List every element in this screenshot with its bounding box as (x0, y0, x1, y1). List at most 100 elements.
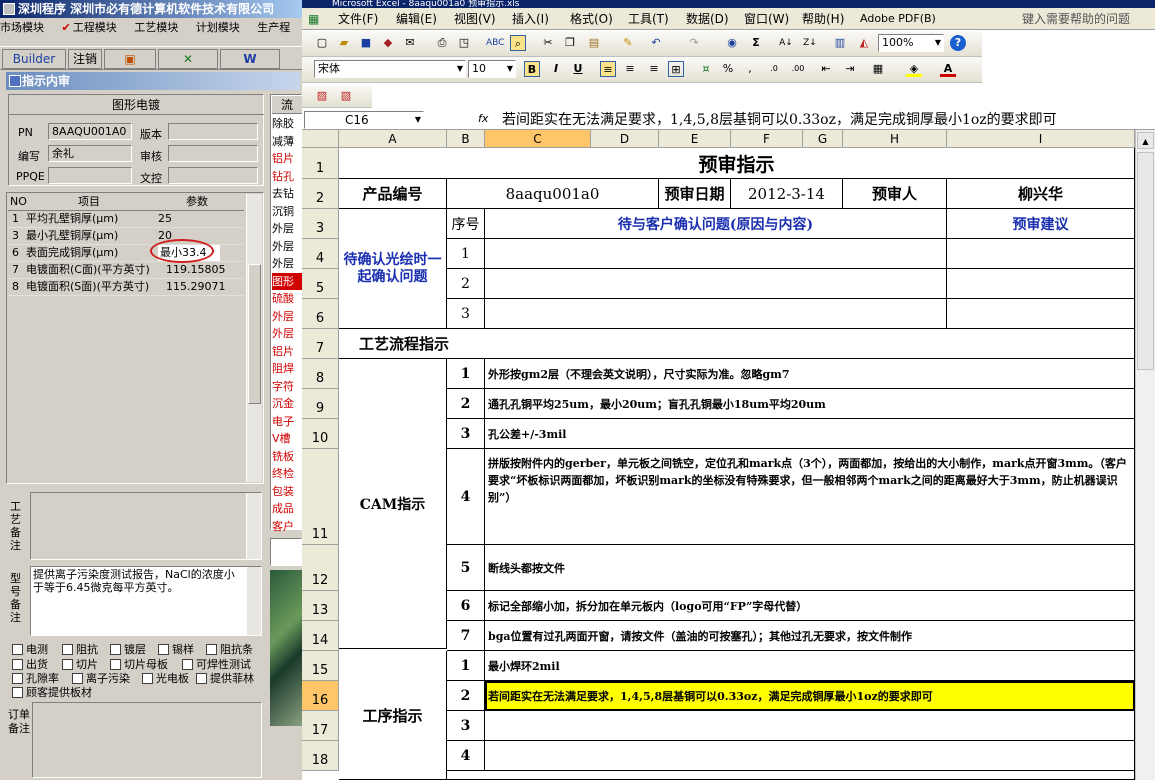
row-header[interactable]: 11 (302, 449, 339, 545)
research-icon[interactable]: ⌕ (510, 35, 526, 51)
italic-icon[interactable]: I (548, 61, 564, 77)
table-row[interactable]: 8 电镀面积(S面)(平方英寸) 115.29071 (8, 279, 244, 296)
cell-c4[interactable]: 拼版按附件内的gerber，单元板之间铣空，定位孔和mark点（3个），两面都加… (485, 449, 1135, 545)
chart-wizard-icon[interactable]: ▥ (832, 35, 848, 51)
doc-field[interactable] (168, 167, 258, 184)
menu-plan[interactable]: 计划模块 (196, 21, 240, 34)
cell-p2-selected[interactable]: 若间距实在无法满足要求，1,4,5,8层基铜可以0.33oz，满足完成铜厚最小1… (485, 681, 1135, 711)
flow-item[interactable]: 硫酸 (272, 290, 302, 307)
copy-icon[interactable]: ❐ (562, 35, 578, 51)
word-icon[interactable]: W (220, 49, 280, 69)
cell-c3[interactable]: 孔公差+/-3mil (485, 419, 1135, 449)
increase-indent-icon[interactable]: ⇥ (842, 61, 858, 77)
cell-cam-n3[interactable]: 3 (447, 419, 485, 449)
flow-item[interactable]: 沉金 (272, 395, 302, 412)
font-color-icon[interactable]: A (940, 61, 956, 77)
cell-reviewer-label[interactable]: 预审人 (843, 179, 947, 209)
row-header[interactable]: 4 (302, 239, 339, 269)
flow-item[interactable]: 钻孔 (272, 168, 302, 185)
table-row[interactable]: 1 平均孔壁铜厚(μm) 25 (8, 211, 244, 228)
row-header[interactable]: 3 (302, 209, 339, 239)
builder-button[interactable]: Builder (2, 49, 66, 69)
align-left-icon[interactable]: ≡ (600, 61, 616, 77)
check-photo-board[interactable]: 光电板 (142, 670, 189, 686)
col-header-h[interactable]: H (843, 130, 947, 148)
flow-item[interactable]: 电子 (272, 413, 302, 430)
flow-item[interactable]: 铣板 (272, 448, 302, 465)
table-row[interactable]: 7 电镀面积(C面)(平方英寸) 119.15805 (8, 262, 244, 279)
flow-item[interactable]: 外层 (272, 220, 302, 237)
underline-icon[interactable]: U (570, 61, 586, 77)
cell-n2[interactable]: 2 (447, 269, 485, 299)
print-icon[interactable]: ⎙ (434, 35, 450, 51)
row-header[interactable]: 16 (302, 681, 339, 711)
cell-cam-n6[interactable]: 6 (447, 591, 485, 621)
col-header-c[interactable]: C (485, 130, 591, 148)
email-icon[interactable]: ✉ (402, 35, 418, 51)
menu-data[interactable]: 数据(D) (686, 8, 729, 30)
increase-decimal-icon[interactable]: .0 (766, 61, 782, 77)
cell-cam[interactable]: CAM指示 (339, 359, 447, 649)
cell-n3[interactable]: 3 (447, 299, 485, 329)
select-all-corner[interactable] (302, 130, 339, 148)
row-header[interactable]: 13 (302, 591, 339, 621)
menu-craft[interactable]: 工艺模块 (134, 21, 178, 34)
cell-p3[interactable] (485, 711, 1135, 741)
decrease-indent-icon[interactable]: ⇤ (818, 61, 834, 77)
row-header[interactable]: 7 (302, 329, 339, 359)
row-header[interactable]: 14 (302, 621, 339, 651)
paste-icon[interactable]: ▤ (586, 35, 602, 51)
col-header-a[interactable]: A (339, 130, 447, 148)
menu-production[interactable]: 生产程 (257, 21, 290, 34)
cell-c2[interactable]: 通孔孔铜平均25um，最小20um；盲孔孔铜最小18um平均20um (485, 389, 1135, 419)
pdf-convert-icon[interactable]: ▨ (314, 88, 330, 104)
scroll-thumb[interactable] (1137, 152, 1154, 370)
check-customer-material[interactable]: 顾客提供板材 (12, 684, 92, 700)
cell-q3[interactable] (485, 299, 947, 329)
cell-p4[interactable] (485, 741, 1135, 771)
currency-icon[interactable]: ¤ (698, 61, 714, 77)
cell-p5[interactable] (447, 771, 1135, 780)
row-header[interactable]: 18 (302, 741, 339, 771)
check-electric-test[interactable]: 电测 (12, 641, 48, 657)
scroll-thumb[interactable] (248, 264, 261, 404)
merge-center-icon[interactable]: ⊞ (668, 61, 684, 77)
cell-date[interactable]: 2012-3-14 (731, 179, 843, 209)
check-film[interactable]: 提供菲林 (196, 670, 254, 686)
cell-process[interactable]: 工序指示 (339, 651, 447, 780)
cell-title[interactable]: 预审指示 (339, 148, 1135, 179)
undo-icon[interactable]: ↶ (648, 35, 664, 51)
author-field[interactable]: 余礼 (48, 145, 132, 162)
version-field[interactable] (168, 123, 258, 140)
flow-item[interactable]: 去钻 (272, 185, 302, 202)
check-impedance[interactable]: 阻抗 (62, 641, 98, 657)
model-note-scrollbar[interactable] (246, 567, 261, 635)
cell-question[interactable]: 待与客户确认问题(原因与内容) (485, 209, 947, 239)
cell-seq[interactable]: 序号 (447, 209, 485, 239)
bold-icon[interactable]: B (524, 61, 540, 77)
align-right-icon[interactable]: ≡ (646, 61, 662, 77)
pn-field[interactable]: 8AAQU001A0 (48, 123, 132, 140)
menu-engineering[interactable]: 工程模块 (73, 21, 117, 34)
worksheet[interactable]: A B C D E F G H I 1 2 3 4 5 6 7 8 9 10 11 12 13 14 15 1… (302, 130, 1155, 780)
table-row[interactable]: 3 最小孔壁铜厚(μm) 20 (8, 228, 244, 245)
scroll-up-icon[interactable]: ▲ (1137, 132, 1154, 149)
cell-q2[interactable] (485, 269, 947, 299)
flow-item[interactable]: 成品 (272, 500, 302, 517)
flow-item[interactable]: 包装 (272, 483, 302, 500)
save-icon[interactable]: ■ (358, 35, 374, 51)
percent-icon[interactable]: % (720, 61, 736, 77)
redo-icon[interactable]: ↷ (686, 35, 702, 51)
menu-file[interactable]: 文件(F) (338, 8, 378, 30)
permission-icon[interactable]: ◆ (380, 35, 396, 51)
flow-item[interactable]: 客户 (272, 518, 302, 535)
row-header[interactable]: 5 (302, 269, 339, 299)
check-tin-sample[interactable]: 锡样 (158, 641, 194, 657)
hyperlink-icon[interactable]: ◉ (724, 35, 740, 51)
flow-item[interactable]: 除胶 (272, 115, 302, 132)
flow-item[interactable]: 铝片 (272, 343, 302, 360)
menu-window[interactable]: 窗口(W) (744, 8, 789, 30)
cell-reviewer[interactable]: 柳兴华 (947, 179, 1135, 209)
spelling-icon[interactable]: ABC (486, 35, 504, 51)
menu-market[interactable]: 市场模块 (0, 21, 44, 34)
